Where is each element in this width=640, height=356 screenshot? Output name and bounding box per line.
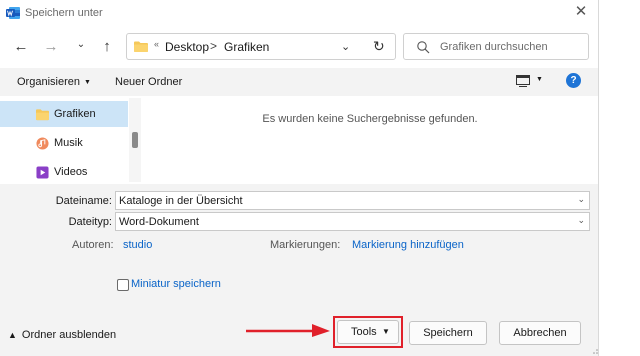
navigation-pane: Grafiken Musik Videos	[0, 98, 142, 182]
save-thumbnail-checkbox[interactable]	[117, 279, 129, 291]
organize-menu-button[interactable]: Organisieren ▼	[17, 76, 91, 88]
word-app-icon	[6, 7, 20, 19]
video-icon	[36, 166, 49, 179]
music-icon	[36, 137, 49, 150]
sidebar-item-label: Grafiken	[54, 108, 96, 120]
search-input[interactable]	[440, 39, 580, 55]
empty-results-message: Es wurden keine Suchergebnisse gefunden.	[262, 113, 478, 125]
sidebar-item-musik[interactable]: Musik	[0, 130, 128, 156]
title-bar: Speichern unter ✕	[0, 0, 598, 28]
chevron-down-icon[interactable]: ⌄	[577, 194, 585, 205]
tags-label: Markierungen:	[270, 239, 341, 251]
filetype-value: Word-Dokument	[119, 216, 199, 228]
dialog-footer: ▲ Ordner ausblenden Tools ▼ Speichern Abb…	[0, 296, 598, 356]
save-button[interactable]: Speichern	[409, 321, 487, 345]
sidebar-item-videos[interactable]: Videos	[0, 159, 128, 185]
search-icon	[417, 41, 430, 54]
help-icon[interactable]: ?	[566, 73, 581, 88]
folder-icon	[36, 109, 49, 121]
add-tag-link[interactable]: Markierung hinzufügen	[352, 239, 464, 251]
forward-arrow-icon[interactable]: →	[42, 38, 60, 56]
resize-grip-icon[interactable]	[592, 348, 598, 354]
chevron-down-icon[interactable]: ⌄	[577, 215, 585, 226]
folder-icon	[134, 41, 148, 52]
organize-label: Organisieren	[17, 76, 80, 88]
chevron-down-icon[interactable]: ⌄	[341, 40, 350, 53]
close-icon[interactable]: ✕	[572, 3, 590, 21]
command-bar: Organisieren ▼ Neuer Ordner ▼ ?	[0, 68, 598, 96]
annotation-arrow-icon	[246, 324, 330, 337]
search-box[interactable]	[403, 33, 589, 60]
caret-down-icon: ▼	[83, 79, 91, 86]
recent-locations-chevron-icon[interactable]: ⌄	[72, 36, 90, 54]
filetype-label: Dateityp:	[68, 216, 112, 228]
file-list-pane[interactable]: Es wurden keine Suchergebnisse gefunden.	[142, 98, 598, 182]
refresh-icon[interactable]: ↻	[373, 38, 385, 55]
save-options-form: Dateiname: Kataloge in der Übersicht ⌄ D…	[0, 184, 598, 296]
cancel-button[interactable]: Abbrechen	[499, 321, 581, 345]
authors-value[interactable]: studio	[123, 239, 152, 251]
navigation-bar: ← → ⌄ ↑ « Desktop > Grafiken ⌄ ↻	[0, 30, 598, 64]
save-as-dialog: Speichern unter ✕ ← → ⌄ ↑ « Desktop > Gr…	[0, 0, 599, 356]
filetype-select[interactable]: Word-Dokument ⌄	[115, 212, 590, 231]
sidebar-item-label: Videos	[54, 166, 88, 178]
breadcrumb-grafiken[interactable]: Grafiken	[224, 40, 269, 54]
overflow-chevron-icon[interactable]: «	[154, 39, 159, 49]
save-thumbnail-label[interactable]: Miniatur speichern	[131, 278, 221, 290]
breadcrumb-desktop[interactable]: Desktop	[165, 40, 209, 54]
address-bar[interactable]: « Desktop > Grafiken ⌄ ↻	[126, 33, 396, 60]
scrollbar-thumb[interactable]	[132, 132, 138, 148]
sidebar-item-grafiken[interactable]: Grafiken	[0, 101, 128, 127]
filename-label: Dateiname:	[55, 195, 112, 207]
back-arrow-icon[interactable]: ←	[12, 38, 30, 56]
filename-field[interactable]: Kataloge in der Übersicht ⌄	[115, 191, 590, 210]
hide-folders-label: Ordner ausblenden	[21, 329, 117, 341]
up-arrow-icon[interactable]: ↑	[98, 38, 116, 56]
annotation-highlight-box	[333, 316, 403, 348]
view-options-icon[interactable]	[516, 75, 530, 87]
breadcrumb-separator: >	[210, 39, 218, 53]
sidebar-scrollbar[interactable]	[129, 98, 141, 182]
chevron-up-icon: ▲	[8, 330, 17, 340]
filename-value: Kataloge in der Übersicht	[119, 195, 243, 207]
sidebar-item-label: Musik	[54, 137, 83, 149]
authors-label: Autoren:	[72, 239, 114, 251]
new-folder-button[interactable]: Neuer Ordner	[115, 76, 182, 88]
window-title: Speichern unter	[25, 7, 103, 19]
view-caret-icon[interactable]: ▼	[536, 76, 543, 83]
hide-folders-button[interactable]: ▲ Ordner ausblenden	[8, 329, 116, 341]
